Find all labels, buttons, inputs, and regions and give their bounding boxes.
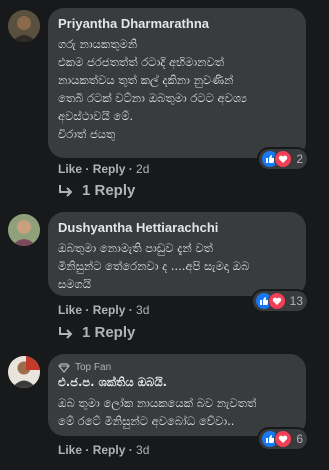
view-replies-button[interactable]: 1 Reply — [58, 182, 135, 199]
avatar[interactable] — [8, 10, 40, 42]
timestamp[interactable]: 3d — [136, 303, 149, 317]
top-fan-icon — [58, 362, 70, 373]
reply-link[interactable]: Reply — [93, 162, 126, 176]
reaction-summary[interactable]: 13 — [252, 291, 307, 311]
avatar[interactable] — [8, 356, 40, 388]
timestamp[interactable]: 3d — [136, 443, 149, 457]
view-replies-button[interactable]: 1 Reply — [58, 324, 135, 341]
replies-count-label: 1 Reply — [82, 182, 136, 199]
timestamp[interactable]: 2d — [136, 162, 149, 176]
top-fan-badge: Top Fan — [58, 362, 296, 373]
comment-actions: Like · Reply · 3d — [58, 303, 149, 317]
comment-actions: Like · Reply · 2d — [58, 162, 149, 176]
reply-link[interactable]: Reply — [93, 303, 126, 317]
separator: · — [125, 443, 137, 457]
like-link[interactable]: Like — [58, 443, 82, 457]
separator: · — [125, 303, 137, 317]
separator: · — [125, 162, 137, 176]
comment-actions: Like · Reply · 3d — [58, 443, 149, 457]
comment-text-line: ගරු නායකතුමනි — [58, 37, 138, 51]
comment-text-line: නායකත්වය තුත් කල් දකිනා නුවණින් — [58, 73, 234, 87]
comment-bubble: Top Fan එ.ජ.ප. ශක්තිය ඔබයි. ඔබ තුමා ලෝක … — [48, 354, 306, 436]
love-icon — [274, 430, 293, 448]
love-icon — [274, 150, 293, 168]
author-name[interactable]: Dushyantha Hettiarachchi — [58, 220, 296, 235]
like-link[interactable]: Like — [58, 162, 82, 176]
reaction-count: 13 — [289, 294, 303, 308]
reaction-count: 6 — [296, 432, 303, 446]
top-fan-label: Top Fan — [75, 362, 112, 373]
comment-text-line: ඔබතුමා නොමැති පාඩුව දැන් වත් — [58, 241, 213, 255]
reaction-summary[interactable]: 2 — [259, 149, 307, 169]
comment-text-line: මිනිසුන්ට තේරෙනවා ද ....අපි සැමදා ඔබ — [58, 259, 250, 273]
comment-text-line: එකම ජරජතත්ත් රටාදි අභිමානවත් — [58, 55, 225, 69]
love-icon — [267, 292, 286, 310]
separator: · — [82, 162, 93, 176]
comment-text-line: තෙබි රටක් වට්නා ඔබතුමා රටට අවශ්‍ය — [58, 91, 247, 105]
reaction-summary[interactable]: 6 — [259, 429, 307, 449]
comment-bubble: Priyantha Dharmarathna ගරු නායකතුමනි එකම… — [48, 8, 306, 158]
reply-arrow-icon — [59, 184, 73, 197]
comment-bubble: Dushyantha Hettiarachchi ඔබතුමා නොමැති ප… — [48, 212, 306, 296]
avatar[interactable] — [8, 214, 40, 246]
separator: · — [82, 303, 93, 317]
comment-text-line: මේ රටේ මිනිසුන්ට අවබෝධ වේවා.. — [58, 414, 235, 428]
reply-arrow-icon — [59, 326, 73, 339]
author-name[interactable]: Priyantha Dharmarathna — [58, 16, 296, 31]
comment-text-line: අවස්ථාවයි මේ. — [58, 109, 134, 123]
reaction-count: 2 — [296, 152, 303, 166]
comment-text-line: විරාත් ජයතු — [58, 127, 116, 141]
replies-count-label: 1 Reply — [82, 324, 136, 341]
like-link[interactable]: Like — [58, 303, 82, 317]
separator: · — [82, 443, 93, 457]
author-name[interactable]: එ.ජ.ප. ශක්තිය ඔබයි. — [58, 375, 296, 390]
comment-text-line: ඔබ තුමා ලෝක නායකයෙක් බව නැවතත් — [58, 396, 257, 410]
reply-link[interactable]: Reply — [93, 443, 126, 457]
